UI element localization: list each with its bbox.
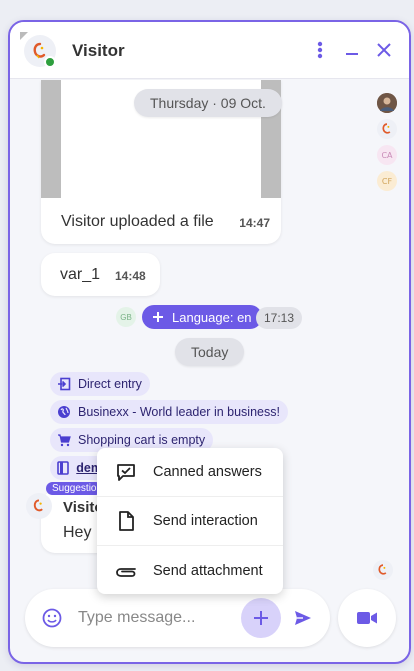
chip-direct-entry: Direct entry [50, 372, 150, 396]
date-separator-today: Today [175, 338, 245, 366]
close-icon [377, 43, 391, 57]
menu-item-label: Send interaction [153, 513, 258, 529]
read-receipt-avatar [373, 560, 393, 580]
chip-label: Direct entry [78, 377, 142, 391]
chat-title: Visitor [72, 41, 125, 60]
minimize-icon [346, 53, 358, 55]
var-message-time: 14:48 [115, 269, 146, 283]
upload-message-time: 14:47 [239, 216, 270, 230]
chat-header: Visitor [10, 22, 409, 79]
suggestion-tag: Suggestio [46, 482, 103, 495]
participant-bot-avatar [377, 119, 397, 139]
message-input[interactable] [78, 606, 228, 630]
message-composer [25, 589, 330, 647]
date-separator-thursday: Thursday · 09 Oct. [134, 89, 282, 117]
participant-ca-avatar: CA [377, 145, 397, 165]
participant-cf-avatar: CF [377, 171, 397, 191]
menu-item-canned-answers[interactable]: Canned answers [97, 448, 283, 497]
language-time: 17:13 [256, 307, 303, 329]
menu-item-label: Send attachment [153, 562, 263, 579]
person-photo-icon [377, 93, 397, 113]
language-badge: Language: en [142, 305, 262, 329]
entry-icon [58, 377, 71, 391]
chicken-logo-icon [382, 123, 391, 134]
language-avatar: GB [116, 307, 136, 327]
chip-label: Businexx - World leader in business! [78, 405, 280, 419]
video-camera-icon [357, 612, 377, 624]
plus-icon [153, 312, 163, 322]
menu-item-label: Canned answers [153, 464, 262, 480]
suggestion-text: Hey [63, 524, 92, 541]
vertical-dots-icon [317, 41, 323, 59]
participant-photo-avatar [377, 93, 397, 113]
send-icon[interactable] [293, 608, 313, 628]
participants-list: CA CF [377, 93, 399, 197]
chat-widget: Visitor CA CF Visitor uploaded a file 14… [8, 20, 411, 664]
close-button[interactable] [372, 38, 396, 62]
language-label: Language: en [172, 309, 252, 325]
chicken-logo-icon [378, 564, 387, 575]
var-message: var_1 14:48 [41, 253, 160, 296]
online-indicator [44, 56, 56, 68]
more-options-button[interactable] [308, 38, 332, 62]
emoji-icon[interactable] [42, 608, 62, 628]
plus-icon [254, 611, 268, 625]
document-icon [119, 511, 134, 531]
menu-item-send-attachment[interactable]: Send attachment [97, 546, 283, 595]
chip-referrer: Businexx - World leader in business! [50, 400, 288, 424]
chip-label: Shopping cart is empty [78, 433, 206, 447]
cart-icon [58, 434, 71, 447]
chicken-logo-icon [33, 499, 43, 512]
chat-body[interactable]: CA CF Visitor uploaded a file 14:47 Thur… [10, 80, 409, 662]
add-attachment-button[interactable] [241, 598, 281, 638]
document-icon [57, 461, 69, 475]
paperclip-icon [116, 567, 136, 577]
canned-answers-icon [117, 464, 135, 481]
upload-message-text: Visitor uploaded a file [61, 213, 214, 230]
var-message-text: var_1 [60, 266, 101, 283]
corner-marker [20, 32, 28, 40]
video-call-button[interactable] [338, 589, 396, 647]
menu-item-send-interaction[interactable]: Send interaction [97, 497, 283, 546]
suggestion-avatar [26, 493, 52, 519]
globe-icon [58, 406, 70, 418]
attachment-menu: Canned answers Send interaction Send att… [97, 448, 283, 594]
minimize-button[interactable] [340, 38, 364, 62]
